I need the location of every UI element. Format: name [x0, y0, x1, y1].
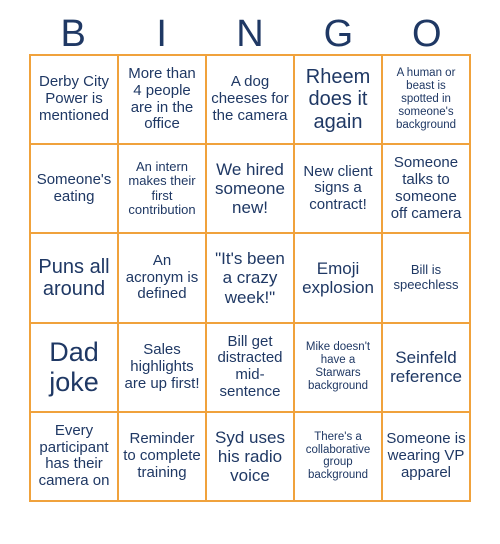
- bingo-grid: Derby City Power is mentioned More than …: [29, 54, 471, 502]
- bingo-cell[interactable]: Someone is wearing VP apparel: [383, 412, 471, 502]
- bingo-cell[interactable]: Syd uses his radio voice: [207, 412, 295, 502]
- bingo-cell[interactable]: More than 4 people are in the office: [119, 56, 207, 146]
- bingo-cell[interactable]: There's a collaborative group background: [295, 412, 383, 502]
- bingo-header-letter-b: B: [60, 13, 86, 55]
- bingo-card: B I N G O Derby City Power is mentioned …: [0, 0, 500, 544]
- bingo-cell[interactable]: An intern makes their first contribution: [119, 145, 207, 235]
- bingo-cell-text: Emoji explosion: [302, 258, 374, 297]
- bingo-cell-text: There's a collaborative group background: [305, 430, 371, 482]
- bingo-cell-text: Someone's eating: [36, 170, 112, 205]
- bingo-cell-text: Bill is speechless: [393, 262, 459, 292]
- bingo-cell[interactable]: A human or beast is spotted in someone's…: [383, 56, 471, 146]
- bingo-cell[interactable]: Seinfeld reference: [383, 323, 471, 413]
- bingo-cell[interactable]: Emoji explosion: [295, 234, 383, 324]
- bingo-header: B I N G O: [29, 0, 471, 54]
- bingo-header-letter-o: O: [412, 13, 442, 55]
- bingo-cell[interactable]: Dad joke: [31, 323, 119, 413]
- bingo-header-letter-i: I: [156, 13, 167, 55]
- bingo-cell-text: Dad joke: [49, 336, 99, 398]
- bingo-header-letter-g: G: [323, 13, 354, 55]
- bingo-cell-text: "It's been a crazy week!": [215, 249, 285, 307]
- bingo-cell-text: An intern makes their first contribution: [128, 158, 196, 218]
- bingo-cell-text: A dog cheeses for the camera: [211, 73, 289, 124]
- bingo-cell-text: Derby City Power is mentioned: [38, 73, 110, 124]
- bingo-cell[interactable]: New client signs a contract!: [295, 145, 383, 235]
- bingo-cell[interactable]: Mike doesn't have a Starwars background: [295, 323, 383, 413]
- bingo-cell-text: Rheem does it again: [305, 66, 371, 133]
- bingo-cell-text: Reminder to complete training: [123, 430, 201, 481]
- bingo-cell[interactable]: Every participant has their camera on: [31, 412, 119, 502]
- bingo-cell-text: Sales highlights are up first!: [124, 341, 200, 392]
- bingo-cell[interactable]: An acronym is defined: [119, 234, 207, 324]
- bingo-cell[interactable]: Bill get distracted mid-sentence: [207, 323, 295, 413]
- bingo-cell-text: An acronym is defined: [125, 251, 199, 303]
- bingo-cell-text: Bill get distracted mid-sentence: [217, 332, 283, 400]
- bingo-cell[interactable]: Reminder to complete training: [119, 412, 207, 502]
- bingo-cell[interactable]: Someone talks to someone off camera: [383, 145, 471, 235]
- bingo-cell[interactable]: Derby City Power is mentioned: [31, 56, 119, 146]
- bingo-cell-text: Syd uses his radio voice: [215, 427, 285, 485]
- bingo-cell[interactable]: We hired someone new!: [207, 145, 295, 235]
- bingo-cell-text: Someone is wearing VP apparel: [386, 430, 466, 481]
- bingo-cell[interactable]: Rheem does it again: [295, 56, 383, 146]
- bingo-cell-text: More than 4 people are in the office: [128, 65, 196, 133]
- bingo-cell-text: Seinfeld reference: [390, 348, 462, 387]
- bingo-cell-text: Every participant has their camera on: [38, 421, 110, 490]
- bingo-cell-text: A human or beast is spotted in someone's…: [395, 67, 457, 131]
- bingo-cell[interactable]: A dog cheeses for the camera: [207, 56, 295, 146]
- bingo-cell-text: We hired someone new!: [215, 160, 285, 218]
- bingo-cell[interactable]: Puns all around: [31, 234, 119, 324]
- bingo-cell-text: Someone talks to someone off camera: [390, 154, 462, 222]
- bingo-cell-text: New client signs a contract!: [303, 162, 373, 214]
- bingo-header-letter-n: N: [236, 13, 264, 55]
- bingo-cell-text: Puns all around: [38, 255, 110, 300]
- bingo-cell[interactable]: Sales highlights are up first!: [119, 323, 207, 413]
- bingo-cell-text: Mike doesn't have a Starwars background: [305, 341, 371, 393]
- bingo-cell[interactable]: Bill is speechless: [383, 234, 471, 324]
- bingo-cell[interactable]: Someone's eating: [31, 145, 119, 235]
- bingo-cell[interactable]: "It's been a crazy week!": [207, 234, 295, 324]
